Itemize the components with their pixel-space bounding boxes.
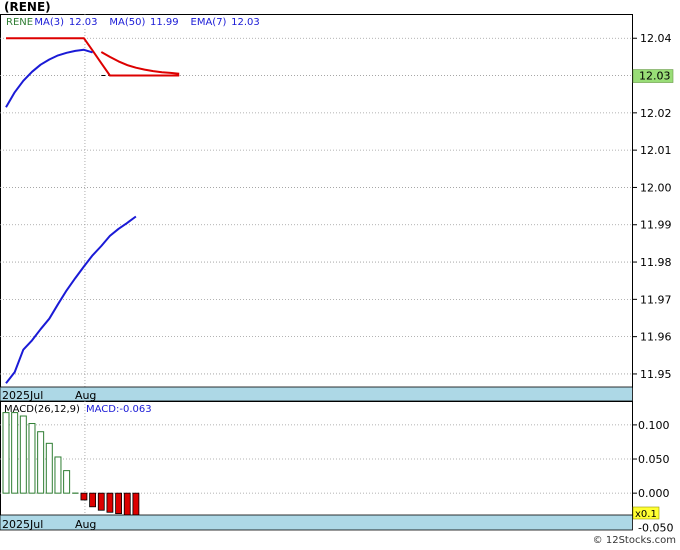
main-ytick-label-7: 12.02	[640, 107, 672, 120]
last-price-label: 12.03	[639, 70, 671, 83]
macd-ytick-label-3: 0.100	[638, 419, 670, 432]
main-ytick-label-1: 11.96	[640, 331, 672, 344]
macd-legend: MACD(26,12,9) MACD:-0.063	[4, 404, 152, 415]
macd-bar-9	[80, 492, 88, 501]
chart-title: (RENE)	[4, 0, 51, 14]
macd-bar-7	[63, 470, 71, 494]
main-plot-area	[0, 14, 633, 388]
macd-ytick-label-2: 0.050	[638, 453, 670, 466]
main-ytick-label-0: 11.95	[640, 368, 672, 381]
macd-bar-14	[123, 492, 131, 516]
main-legend: RENE MA(3) 12.03 MA(50) 11.99 EMA(7) 12.03	[2, 15, 260, 28]
macd-bar-0	[2, 412, 10, 494]
main-ytick-label-9: 12.04	[640, 32, 672, 45]
footer-credit: © 12Stocks.com	[593, 535, 676, 546]
macd-xlabel-0: 2025Jul	[2, 518, 43, 531]
legend-label-0: RENE	[6, 17, 33, 28]
macd-xlabel-1: Aug	[75, 518, 96, 531]
legend-value-3: 12.03	[231, 17, 260, 28]
macd-bar-11	[97, 492, 105, 511]
macd-bar-5	[45, 442, 53, 494]
main-ytick-label-3: 11.98	[640, 256, 672, 269]
macd-bar-3	[28, 423, 36, 494]
legend-label-2: MA(50)	[109, 17, 145, 28]
main-ytick-label-6: 12.01	[640, 144, 672, 157]
macd-bar-13	[115, 492, 122, 515]
macd-title: MACD(26,12,9)	[4, 404, 80, 415]
macd-bar-10	[89, 492, 96, 508]
legend-value-1: 12.03	[69, 17, 98, 28]
legend-label-1: MA(3)	[34, 17, 64, 28]
macd-bar-15	[132, 492, 140, 516]
macd-bar-2	[19, 415, 27, 494]
macd-bar-6	[54, 456, 62, 494]
macd-ytick-label-1: 0.000	[638, 487, 670, 500]
main-ytick-label-5: 12.00	[640, 181, 672, 194]
chart-svg: (RENE) 11.95 11.96 11.97 11.98 11.99 12.00 12.0…	[0, 0, 676, 546]
legend-label-3: EMA(7)	[191, 17, 227, 28]
main-ytick-label-4: 11.99	[640, 219, 672, 232]
macd-bar-1	[11, 412, 19, 494]
macd-value-label: MACD:-0.063	[86, 404, 152, 415]
macd-bar-12	[106, 492, 114, 513]
main-ytick-label-2: 11.97	[640, 293, 672, 306]
main-xlabel-0: 2025Jul	[2, 389, 43, 402]
macd-scale-label: x0.1	[635, 509, 657, 520]
macd-ytick-label-0: -0.050	[638, 521, 673, 534]
main-xlabel-1: Aug	[75, 389, 96, 402]
legend-value-2: 11.99	[150, 17, 179, 28]
macd-bar-4	[37, 431, 45, 494]
stock-chart: (RENE) 11.95 11.96 11.97 11.98 11.99 12.00 12.0…	[0, 0, 680, 546]
